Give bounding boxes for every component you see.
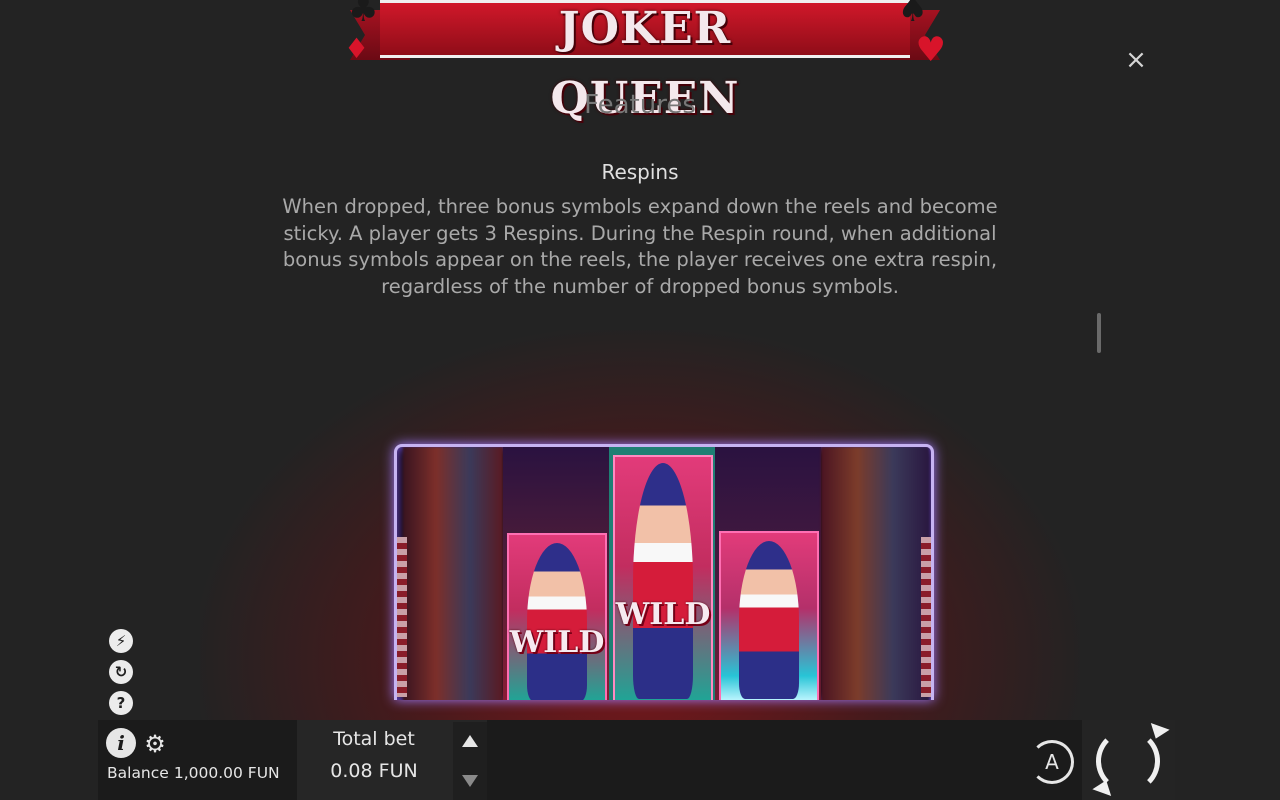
bottom-toolbar	[98, 720, 1175, 800]
reel-column	[821, 447, 929, 700]
balance-value: 1,000.00 FUN	[173, 764, 280, 782]
heart-suit-icon: ♥	[915, 30, 946, 70]
total-bet-label: Total bet	[333, 728, 415, 750]
feature-title: Respins	[601, 160, 679, 184]
gear-icon[interactable]: ⚙	[142, 731, 168, 757]
wild-label: WILD	[615, 597, 711, 632]
total-bet-value: 0.08 FUN	[330, 760, 418, 782]
bet-stepper	[453, 722, 487, 800]
jester-figure	[739, 541, 799, 699]
reel-column	[403, 447, 503, 700]
autoplay-button[interactable]: A	[1030, 740, 1074, 784]
help-scrollbar[interactable]	[1097, 313, 1101, 353]
balance-label: Balance	[107, 764, 169, 782]
wild-symbol	[719, 531, 819, 700]
balance-display: Balance 1,000.00 FUN	[107, 764, 280, 782]
reel-frame-pillar	[921, 537, 931, 697]
club-suit-icon: ♣	[348, 0, 379, 30]
replay-icon[interactable]: ↻	[109, 660, 133, 684]
reel-frame-pillar	[397, 537, 407, 697]
jester-figure	[633, 463, 693, 699]
turbo-icon[interactable]: ⚡	[109, 629, 133, 653]
info-icon[interactable]: i	[106, 728, 136, 758]
help-icon[interactable]: ?	[109, 691, 133, 715]
close-icon[interactable]: ×	[1122, 46, 1150, 74]
expanded-wild-symbol: WILD	[613, 455, 713, 700]
respins-illustration: WILD WILD	[394, 444, 934, 700]
game-logo: ♣ ♦ ♠ ♥ JOKER QUEEN	[340, 0, 950, 124]
spade-suit-icon: ♠	[897, 0, 928, 30]
wild-label: WILD	[509, 625, 605, 660]
section-heading: Features	[584, 90, 696, 114]
diamond-suit-icon: ♦	[344, 32, 370, 65]
jester-figure	[527, 543, 587, 700]
feature-description: When dropped, three bonus symbols expand…	[282, 195, 998, 298]
wild-symbol: WILD	[507, 533, 607, 700]
